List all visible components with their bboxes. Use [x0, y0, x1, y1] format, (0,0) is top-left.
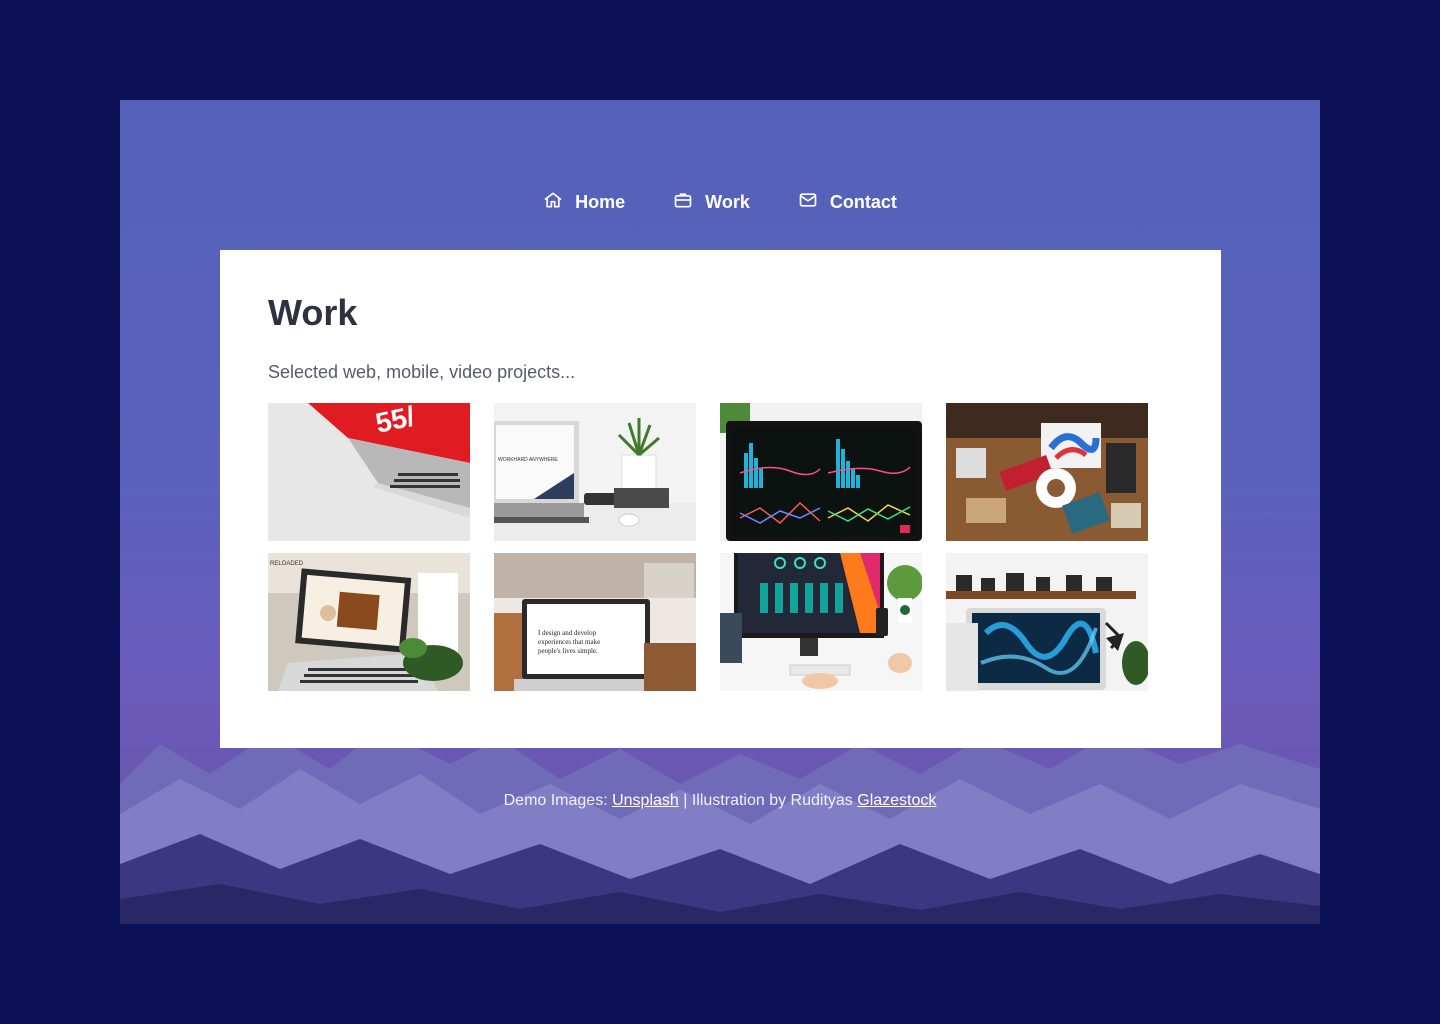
project-thumbnail[interactable]: RELOADED [268, 553, 470, 691]
main-nav: Home Work Contact [120, 190, 1320, 215]
mountain-background [120, 729, 1320, 924]
project-thumbnail[interactable] [720, 403, 922, 541]
glazestock-link[interactable]: Glazestock [857, 792, 936, 809]
mail-icon [798, 190, 818, 215]
nav-item-label: Work [705, 192, 750, 212]
nav-item-work[interactable]: Work [673, 190, 750, 215]
project-grid: 55/ WORKHARD ANYWHERE RELOADED I design … [268, 403, 1173, 691]
briefcase-icon [673, 190, 693, 215]
footer-credits: Demo Images: Unsplash | Illustration by … [120, 792, 1320, 810]
footer-prefix: Demo Images: [503, 792, 613, 809]
page-frame: Home Work Contact Work Selected web, mob… [120, 100, 1320, 924]
project-thumbnail[interactable] [946, 553, 1148, 691]
svg-text:RELOADED: RELOADED [270, 561, 304, 567]
project-thumbnail[interactable] [720, 553, 922, 691]
footer-middle: | Illustration by Rudityas [678, 792, 858, 809]
page-subtitle: Selected web, mobile, video projects... [268, 362, 576, 382]
thumbnail-text: I design and develop experiences that ma… [538, 629, 602, 655]
project-thumbnail[interactable]: I design and develop experiences that ma… [494, 553, 696, 691]
work-card: Work Selected web, mobile, video project… [220, 250, 1221, 748]
home-icon [543, 190, 563, 215]
page-title: Work [268, 292, 358, 333]
project-thumbnail[interactable]: WORKHARD ANYWHERE [494, 403, 696, 541]
project-thumbnail[interactable] [946, 403, 1148, 541]
thumbnail-text: WORKHARD ANYWHERE [498, 457, 558, 463]
unsplash-link[interactable]: Unsplash [612, 792, 679, 809]
nav-item-home[interactable]: Home [543, 190, 625, 215]
nav-item-label: Contact [829, 192, 897, 212]
nav-item-label: Home [575, 192, 626, 212]
project-thumbnail[interactable]: 55/ [268, 403, 470, 541]
nav-item-contact[interactable]: Contact [798, 190, 897, 215]
